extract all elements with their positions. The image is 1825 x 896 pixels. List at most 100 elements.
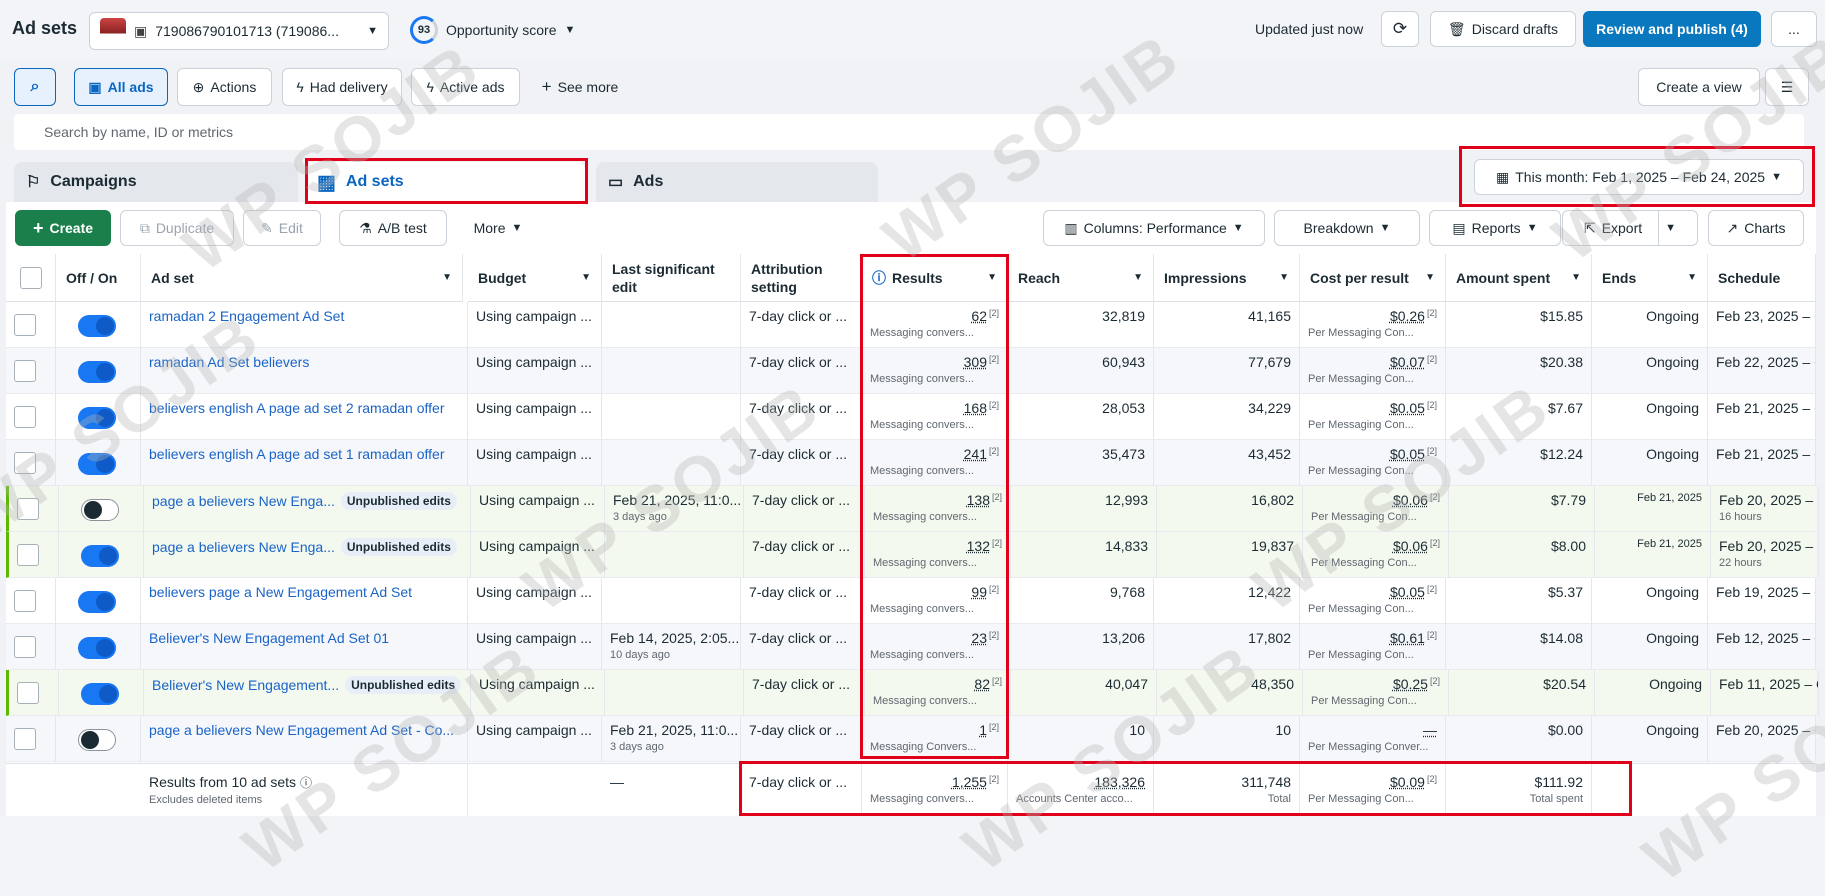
delivery-toggle[interactable] bbox=[78, 361, 116, 383]
results-sub: Messaging convers... bbox=[870, 465, 974, 477]
create-view-button[interactable]: Create a view bbox=[1638, 68, 1760, 106]
delivery-toggle[interactable] bbox=[81, 683, 119, 705]
column-header-impressions[interactable]: Impressions ▼ bbox=[1154, 254, 1300, 302]
view-settings-button[interactable]: ☰ bbox=[1765, 68, 1809, 106]
ends-value: Ongoing bbox=[1649, 676, 1702, 692]
trash-icon: 🗑 bbox=[1447, 20, 1466, 37]
delivery-toggle[interactable] bbox=[81, 545, 119, 567]
more-options-button[interactable]: ... bbox=[1771, 11, 1817, 47]
column-header-schedule[interactable]: Schedule bbox=[1708, 254, 1816, 302]
table-row[interactable]: believers page a New Engagement Ad Set Us… bbox=[6, 578, 1816, 624]
more-actions-button[interactable]: More ▼ bbox=[458, 210, 538, 246]
all-ads-filter[interactable]: ▣ All ads bbox=[74, 68, 168, 106]
ad-set-name-link[interactable]: page a believers New Engagement Ad Set -… bbox=[149, 722, 454, 738]
table-row[interactable]: Believer's New Engagement Ad Set 01 Using… bbox=[6, 624, 1816, 670]
refresh-button[interactable]: ⟳ bbox=[1381, 11, 1419, 47]
active-ads-filter[interactable]: ϟ Active ads bbox=[411, 68, 520, 106]
table-row[interactable]: ramadan Ad Set believers Using campaign .… bbox=[6, 348, 1816, 394]
account-selector[interactable]: ▣ 719086790101713 (719086... ▼ bbox=[89, 12, 389, 50]
row-checkbox[interactable] bbox=[14, 636, 36, 658]
column-header-ends[interactable]: Ends ▼ bbox=[1592, 254, 1708, 302]
summary-impressions-cell: 311,748 Total bbox=[1154, 764, 1300, 817]
column-header-attribution[interactable]: Attribution setting bbox=[741, 254, 862, 302]
budget-cell: Using campaign ... bbox=[468, 348, 602, 394]
column-header-results[interactable]: ⓘ Results ▼ bbox=[862, 254, 1008, 302]
table-row[interactable]: page a believers New Enga... Unpublished … bbox=[6, 486, 1819, 532]
breakdown-button[interactable]: Breakdown ▼ bbox=[1274, 210, 1420, 246]
row-checkbox[interactable] bbox=[14, 728, 36, 750]
row-checkbox[interactable] bbox=[14, 590, 36, 612]
search-toggle-button[interactable]: ⌕ bbox=[14, 68, 56, 106]
search-input[interactable]: Search by name, ID or metrics bbox=[14, 114, 1804, 150]
see-more-filter[interactable]: + See more bbox=[530, 68, 630, 106]
table-row[interactable]: ramadan 2 Engagement Ad Set Using campaig… bbox=[6, 302, 1816, 348]
table-row[interactable]: believers english A page ad set 2 ramada… bbox=[6, 394, 1816, 440]
ad-set-name-link[interactable]: Believer's New Engagement... bbox=[152, 677, 339, 693]
charts-button[interactable]: ↗ Charts bbox=[1708, 210, 1804, 246]
column-header-budget[interactable]: Budget ▼ bbox=[468, 254, 602, 302]
row-checkbox[interactable] bbox=[14, 360, 36, 382]
row-checkbox[interactable] bbox=[17, 498, 39, 520]
ad-set-name-link[interactable]: page a believers New Enga... bbox=[152, 539, 335, 555]
columns-button[interactable]: ▥ Columns: Performance ▼ bbox=[1043, 210, 1265, 246]
cpr-value: $0.06 bbox=[1392, 538, 1428, 554]
results-value: 138 bbox=[966, 492, 990, 508]
reports-button[interactable]: ▤ Reports ▼ bbox=[1429, 210, 1561, 246]
ends-cell: Feb 21, 2025 bbox=[1595, 532, 1711, 578]
results-sub: Messaging Convers... bbox=[870, 741, 977, 753]
ad-account-icon: ▣ bbox=[134, 22, 148, 39]
delivery-toggle[interactable] bbox=[78, 637, 116, 659]
delivery-toggle[interactable] bbox=[78, 729, 116, 751]
table-row[interactable]: Believer's New Engagement... Unpublished … bbox=[6, 670, 1819, 716]
delivery-toggle[interactable] bbox=[78, 315, 116, 337]
edit-button[interactable]: ✎ Edit bbox=[243, 210, 321, 246]
ad-set-name-link[interactable]: ramadan Ad Set believers bbox=[149, 354, 309, 370]
select-all-checkbox[interactable] bbox=[20, 267, 42, 289]
ad-set-name-link[interactable]: believers english A page ad set 2 ramada… bbox=[149, 400, 445, 416]
ad-set-name-link[interactable]: Believer's New Engagement Ad Set 01 bbox=[149, 630, 389, 646]
export-button[interactable]: ⇱ Export ▼ bbox=[1562, 210, 1698, 246]
actions-filter[interactable]: ⊕ Actions bbox=[177, 68, 272, 106]
table-row[interactable]: page a believers New Engagement Ad Set -… bbox=[6, 716, 1816, 762]
footnote-marker: [2] bbox=[1429, 538, 1440, 548]
review-publish-button[interactable]: Review and publish (4) bbox=[1583, 11, 1761, 47]
duplicate-button[interactable]: ⧉ Duplicate bbox=[120, 210, 234, 246]
table-row[interactable]: believers english A page ad set 1 ramada… bbox=[6, 440, 1816, 486]
tab-ads[interactable]: ▭ Ads bbox=[596, 162, 878, 202]
attr-cell: 7-day click or ... bbox=[741, 348, 862, 394]
ab-test-button[interactable]: ⚗ A/B test bbox=[339, 210, 447, 246]
summary-attribution: 7-day click or ... bbox=[741, 764, 862, 817]
column-header-amount-spent[interactable]: Amount spent ▼ bbox=[1446, 254, 1592, 302]
tab-ad-sets[interactable]: ▦ Ad sets bbox=[305, 162, 585, 202]
row-checkbox[interactable] bbox=[14, 406, 36, 428]
column-header-ad-set[interactable]: Ad set ▼ bbox=[141, 254, 463, 302]
discard-drafts-button[interactable]: 🗑 Discard drafts bbox=[1430, 11, 1576, 47]
delivery-toggle[interactable] bbox=[78, 453, 116, 475]
summary-reach-sub: Accounts Center acco... bbox=[1016, 793, 1133, 805]
create-button[interactable]: + Create bbox=[15, 210, 111, 246]
reach-value: 9,768 bbox=[1109, 584, 1145, 600]
delivery-toggle[interactable] bbox=[78, 591, 116, 613]
ad-set-name-link[interactable]: believers page a New Engagement Ad Set bbox=[149, 584, 412, 600]
row-checkbox[interactable] bbox=[14, 314, 36, 336]
ad-set-name-link[interactable]: page a believers New Enga... bbox=[152, 493, 335, 509]
row-checkbox[interactable] bbox=[17, 682, 39, 704]
column-header-last-edit[interactable]: Last significant edit bbox=[602, 254, 741, 302]
column-header-off-on[interactable]: Off / On bbox=[56, 254, 141, 302]
sched-cell: Feb 21, 2025 – C bbox=[1708, 440, 1816, 486]
column-header-reach[interactable]: Reach ▼ bbox=[1008, 254, 1154, 302]
had-delivery-filter[interactable]: ϟ Had delivery bbox=[282, 68, 402, 106]
toggle-cell bbox=[56, 716, 141, 762]
opportunity-score-button[interactable]: 93 Opportunity score ▼ bbox=[410, 16, 575, 44]
column-header-cost-per-result[interactable]: Cost per result ▼ bbox=[1300, 254, 1446, 302]
date-range-picker[interactable]: ▦ This month: Feb 1, 2025 – Feb 24, 2025… bbox=[1474, 159, 1804, 195]
delivery-toggle[interactable] bbox=[78, 407, 116, 429]
table-row[interactable]: page a believers New Enga... Unpublished … bbox=[6, 532, 1819, 578]
row-checkbox[interactable] bbox=[17, 544, 39, 566]
folder-icon: ▣ bbox=[88, 78, 102, 95]
delivery-toggle[interactable] bbox=[81, 499, 119, 521]
ad-set-name-link[interactable]: ramadan 2 Engagement Ad Set bbox=[149, 308, 344, 324]
ad-set-name-link[interactable]: believers english A page ad set 1 ramada… bbox=[149, 446, 445, 462]
tab-campaigns[interactable]: ⚐ Campaigns bbox=[14, 162, 298, 202]
row-checkbox[interactable] bbox=[14, 452, 36, 474]
